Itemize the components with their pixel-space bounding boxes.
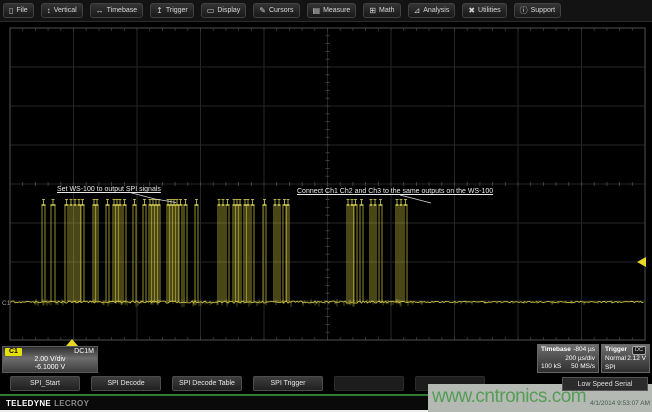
waveform-display: C1 <box>0 23 652 346</box>
menu-item-display[interactable]: ▭Display <box>201 3 247 18</box>
trigger-mode: Normal <box>605 355 626 364</box>
menu-item-label: File <box>16 7 27 14</box>
oscilloscope-screen: ▯File↕Vertical↔Timebase↥Trigger▭Display✎… <box>0 0 652 412</box>
spi-trigger-button[interactable]: SPI Trigger <box>253 376 323 391</box>
channel-marker-label: C1 <box>2 300 11 307</box>
menu-item-vertical[interactable]: ↕Vertical <box>41 3 83 18</box>
menu-item-label: Analysis <box>423 7 449 14</box>
menu-bar: ▯File ↕Vertical ↔Timebase ↥Trigger ▭Display ✎… <box>0 0 652 22</box>
menu-item-timebase[interactable]: ↔Timebase <box>90 3 143 18</box>
empty-button-slot <box>334 376 404 391</box>
timebase-delay: -804 µs <box>573 346 595 355</box>
info-icon: ⓘ <box>520 7 528 15</box>
channel-descriptor-c1[interactable]: C1 DC1M 2.00 V/div -6.1000 V <box>2 346 98 373</box>
trigger-coupling-badge: DC <box>632 346 646 355</box>
tools-icon: ✖ <box>468 7 475 15</box>
annotation-ws100-output: Set WS-100 to output SPI signals <box>57 186 161 194</box>
trigger-title: Trigger <box>605 346 627 355</box>
brand-logo: TELEDYNELECROY <box>6 399 89 408</box>
spi-decode-table-button[interactable]: SPI Decode Table <box>172 376 242 391</box>
menu-item-label: Utilities <box>478 7 501 14</box>
spi-start-button[interactable]: SPI_Start <box>10 376 80 391</box>
vertical-arrows-icon: ↕ <box>47 7 51 15</box>
menu-item-label: Trigger <box>166 7 188 14</box>
menu-item-label: Measure <box>323 7 350 14</box>
pencil-icon: ✎ <box>259 7 266 15</box>
spi-decode-button[interactable]: SPI Decode <box>91 376 161 391</box>
timebase-record-length: 100 kS <box>541 363 561 372</box>
channel-coupling: DC1M <box>74 348 94 356</box>
menu-item-math[interactable]: ⊞Math <box>363 3 400 18</box>
menu-item-label: Math <box>379 7 395 14</box>
datetime-display: 4/1/2014 9:53:07 AM <box>590 400 650 407</box>
timebase-sample-rate: 50 MS/s <box>571 363 595 372</box>
menu-item-cursors[interactable]: ✎Cursors <box>253 3 299 18</box>
trigger-arrow-icon: ↥ <box>156 7 163 15</box>
brand-primary: TELEDYNE <box>6 399 51 408</box>
menu-item-trigger[interactable]: ↥Trigger <box>150 3 194 18</box>
display-icon: ▭ <box>207 7 215 15</box>
trigger-level-marker[interactable] <box>637 257 646 267</box>
menu-item-label: Display <box>217 7 240 14</box>
menu-item-utilities[interactable]: ✖Utilities <box>462 3 506 18</box>
menu-item-label: Vertical <box>54 7 77 14</box>
graticule <box>10 28 645 340</box>
menu-item-support[interactable]: ⓘSupport <box>514 3 562 18</box>
horizontal-arrows-icon: ↔ <box>96 7 104 15</box>
brand-secondary: LECROY <box>54 399 89 408</box>
menu-item-label: Support <box>531 7 556 14</box>
menu-item-analysis[interactable]: ⊿Analysis <box>408 3 456 18</box>
timebase-scale: 200 µs/div <box>541 355 595 364</box>
timebase-descriptor[interactable]: Timebase -804 µs 200 µs/div 100 kS 50 MS… <box>537 344 599 373</box>
trigger-descriptor[interactable]: Trigger DC Normal 2.12 V SPI <box>601 344 650 373</box>
annotation-connect-channels: Connect Ch1 Ch2 and Ch3 to the same outp… <box>297 188 493 196</box>
calculator-icon: ⊞ <box>369 7 376 15</box>
menu-item-label: Cursors <box>269 7 294 14</box>
channel-volts-per-div: 2.00 V/div <box>3 356 97 364</box>
menu-item-measure[interactable]: ▤Measure <box>307 3 357 18</box>
trigger-level: 2.12 V <box>627 355 646 364</box>
channel-offset: -6.1000 V <box>3 364 97 372</box>
trigger-source-type: SPI <box>605 364 615 373</box>
chart-icon: ⊿ <box>414 7 421 15</box>
channel-badge: C1 <box>5 348 22 356</box>
dialog-tab-low-speed-serial[interactable]: Low Speed Serial <box>562 377 648 391</box>
menu-item-file[interactable]: ▯File <box>3 3 34 18</box>
toolbar: SPI_Start SPI Decode SPI Decode Table SPI T… <box>10 376 485 391</box>
ruler-icon: ▤ <box>313 7 321 15</box>
menu-item-label: Timebase <box>107 7 137 14</box>
timebase-title: Timebase <box>541 346 571 355</box>
file-icon: ▯ <box>9 7 13 15</box>
